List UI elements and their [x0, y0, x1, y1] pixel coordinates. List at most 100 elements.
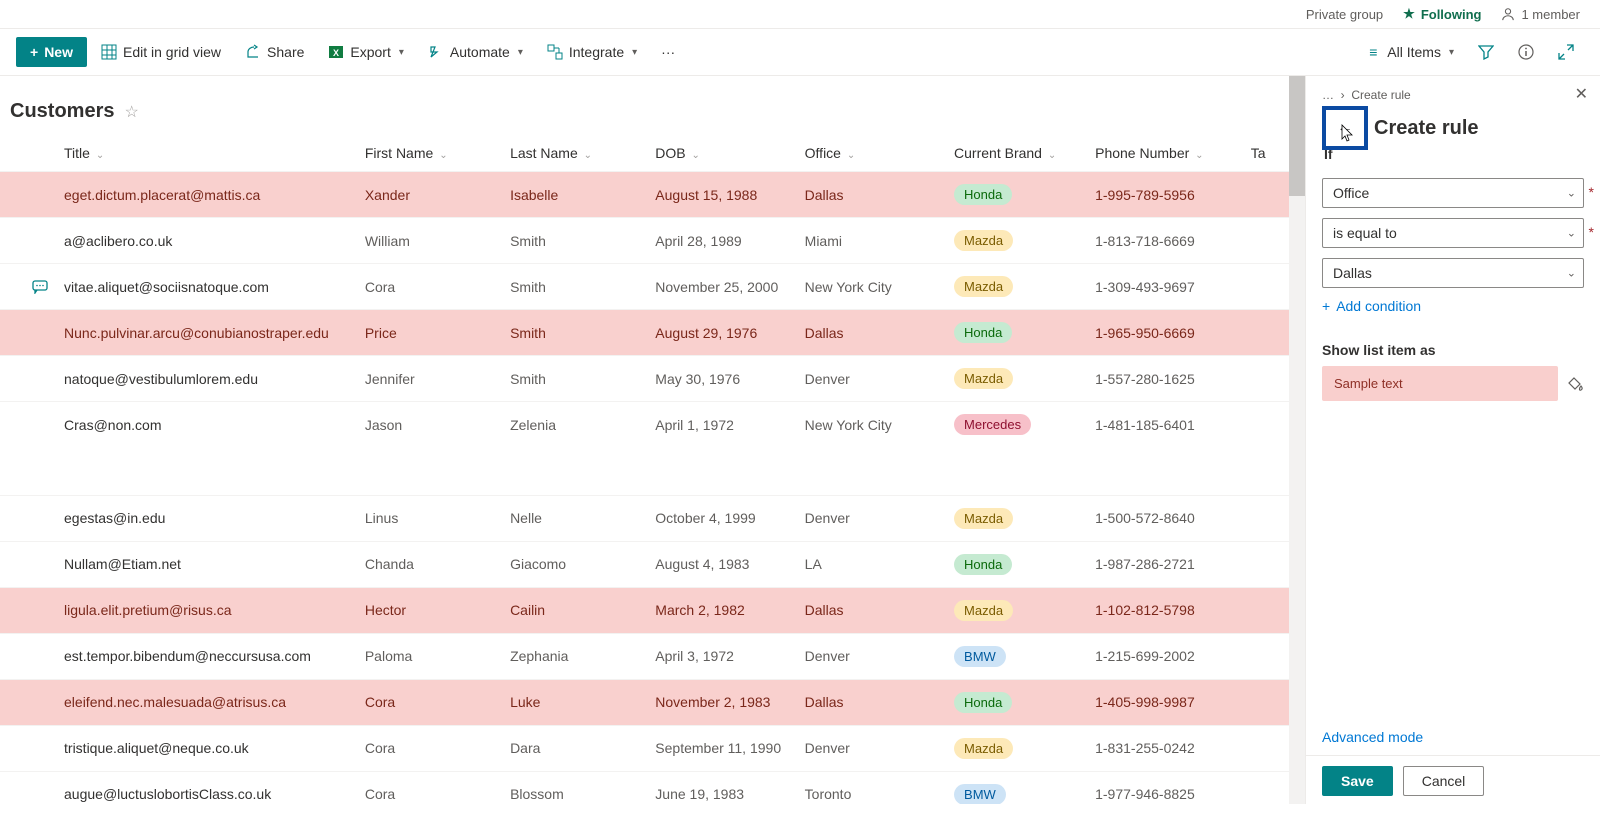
table-row[interactable]: tristique.aliquet@neque.co.ukCoraDaraSep…	[0, 725, 1305, 771]
cell: April 1, 1972	[647, 402, 796, 448]
cell: tristique.aliquet@neque.co.uk	[56, 725, 357, 771]
table-row[interactable]: ligula.elit.pretium@risus.caHectorCailin…	[0, 587, 1305, 633]
crumb-root[interactable]: …	[1322, 88, 1334, 102]
table-row[interactable]: eget.dictum.placerat@mattis.caXanderIsab…	[0, 172, 1305, 218]
add-condition-button[interactable]: + Add condition	[1322, 298, 1584, 314]
col-office[interactable]: Office ⌄	[797, 135, 946, 172]
fill-color-icon[interactable]	[1568, 376, 1584, 392]
sample-preview[interactable]: Sample text	[1322, 366, 1558, 401]
list-pane: Customers ☆ Title ⌄ First Name ⌄ Last Na…	[0, 76, 1305, 804]
cell: 1-405-998-9987	[1087, 679, 1243, 725]
share-button[interactable]: Share	[235, 38, 314, 66]
condition-column-dropdown[interactable]: Office ⌄ *	[1322, 178, 1584, 208]
more-icon: ···	[661, 44, 675, 60]
cell: Cora	[357, 679, 502, 725]
condition-value-dropdown[interactable]: Dallas ⌄	[1322, 258, 1584, 288]
table-row[interactable]: Nunc.pulvinar.arcu@conubianostraper.eduP…	[0, 310, 1305, 356]
info-button[interactable]	[1508, 38, 1544, 66]
command-bar: + New Edit in grid view Share X Export ▾…	[0, 29, 1600, 76]
cell: Blossom	[502, 771, 647, 804]
table-header-row: Title ⌄ First Name ⌄ Last Name ⌄ DOB ⌄ O…	[0, 135, 1305, 172]
following-label: Following	[1421, 7, 1482, 22]
edit-grid-button[interactable]: Edit in grid view	[91, 38, 231, 66]
col-last-name[interactable]: Last Name ⌄	[502, 135, 647, 172]
table-row[interactable]: eleifend.nec.malesuada@atrisus.caCoraLuk…	[0, 679, 1305, 725]
col-title[interactable]: Title ⌄	[56, 135, 357, 172]
comment-icon[interactable]	[32, 280, 48, 294]
brand-pill: Mazda	[954, 738, 1013, 759]
cell: eleifend.nec.malesuada@atrisus.ca	[56, 679, 357, 725]
chevron-down-icon: ▾	[632, 47, 637, 58]
col-phone[interactable]: Phone Number ⌄	[1087, 135, 1243, 172]
advanced-mode-link[interactable]: Advanced mode	[1306, 719, 1600, 755]
cell: New York City	[797, 402, 946, 448]
save-button[interactable]: Save	[1322, 766, 1393, 796]
view-selector[interactable]: ≡ All Items ▾	[1355, 38, 1464, 66]
cell: 1-987-286-2721	[1087, 541, 1243, 587]
excel-icon: X	[328, 44, 344, 60]
table-row[interactable]: est.tempor.bibendum@neccursusa.comPaloma…	[0, 633, 1305, 679]
cell: Miami	[797, 218, 946, 264]
overflow-button[interactable]: ···	[651, 38, 685, 66]
required-indicator: *	[1589, 184, 1594, 200]
col-brand[interactable]: Current Brand ⌄	[946, 135, 1087, 172]
vertical-scrollbar-thumb[interactable]	[1289, 76, 1305, 196]
cell: Nunc.pulvinar.arcu@conubianostraper.edu	[56, 310, 357, 356]
close-panel-button[interactable]: ✕	[1575, 84, 1588, 104]
condition-column-value: Office	[1322, 178, 1584, 208]
chevron-down-icon: ⌄	[584, 150, 592, 161]
cell: May 30, 1976	[647, 356, 796, 402]
table-row[interactable]	[0, 447, 1305, 495]
following-toggle[interactable]: ★ Following	[1403, 6, 1481, 22]
cell: New York City	[797, 264, 946, 310]
back-button[interactable]: ←	[1322, 106, 1368, 150]
col-dob[interactable]: DOB ⌄	[647, 135, 796, 172]
export-button[interactable]: X Export ▾	[318, 38, 414, 66]
star-filled-icon: ★	[1403, 6, 1415, 22]
cell: Smith	[502, 218, 647, 264]
chevron-down-icon: ⌄	[692, 150, 700, 161]
new-label: New	[44, 44, 73, 60]
cell: Dallas	[797, 587, 946, 633]
table-row[interactable]: augue@luctuslobortisClass.co.ukCoraBloss…	[0, 771, 1305, 804]
table-row[interactable]: Nullam@Etiam.netChandaGiacomoAugust 4, 1…	[0, 541, 1305, 587]
cell: Cora	[357, 725, 502, 771]
vertical-scrollbar-track[interactable]	[1289, 76, 1305, 804]
automate-button[interactable]: Automate ▾	[418, 38, 533, 66]
cell: Giacomo	[502, 541, 647, 587]
table-row[interactable]: natoque@vestibulumlorem.eduJenniferSmith…	[0, 356, 1305, 402]
condition-operator-dropdown[interactable]: is equal to ⌄ *	[1322, 218, 1584, 248]
cell: Jason	[357, 402, 502, 448]
cursor-pointer-icon	[1341, 124, 1355, 142]
integrate-label: Integrate	[569, 44, 624, 60]
cell: Hector	[357, 587, 502, 633]
grid-icon	[101, 44, 117, 60]
cell: vitae.aliquet@sociisnatoque.com	[56, 264, 357, 310]
new-button[interactable]: + New	[16, 37, 87, 67]
table-row[interactable]: Cras@non.comJasonZeleniaApril 1, 1972New…	[0, 402, 1305, 448]
site-header: Private group ★ Following 1 member	[0, 0, 1600, 29]
cell: 1-995-789-5956	[1087, 172, 1243, 218]
condition-value-value: Dallas	[1322, 258, 1584, 288]
col-first-name[interactable]: First Name ⌄	[357, 135, 502, 172]
breadcrumb: … › Create rule	[1322, 88, 1584, 102]
integrate-button[interactable]: Integrate ▾	[537, 38, 647, 66]
cell: Dallas	[797, 310, 946, 356]
integrate-icon	[547, 44, 563, 60]
table-row[interactable]: vitae.aliquet@sociisnatoque.comCoraSmith…	[0, 264, 1305, 310]
table-row[interactable]: egestas@in.eduLinusNelleOctober 4, 1999D…	[0, 495, 1305, 541]
filter-button[interactable]	[1468, 38, 1504, 66]
cell: Nullam@Etiam.net	[56, 541, 357, 587]
cancel-button[interactable]: Cancel	[1403, 766, 1485, 796]
chevron-down-icon: ▾	[518, 47, 523, 58]
cell: Isabelle	[502, 172, 647, 218]
favorite-star-icon[interactable]: ☆	[124, 102, 138, 122]
brand-pill: Honda	[954, 184, 1012, 205]
cell: Zelenia	[502, 402, 647, 448]
expand-button[interactable]	[1548, 38, 1584, 66]
cell: Cailin	[502, 587, 647, 633]
brand-pill: Mazda	[954, 508, 1013, 529]
customers-table: Title ⌄ First Name ⌄ Last Name ⌄ DOB ⌄ O…	[0, 135, 1305, 804]
table-row[interactable]: a@aclibero.co.ukWilliamSmithApril 28, 19…	[0, 218, 1305, 264]
members-link[interactable]: 1 member	[1501, 7, 1580, 22]
